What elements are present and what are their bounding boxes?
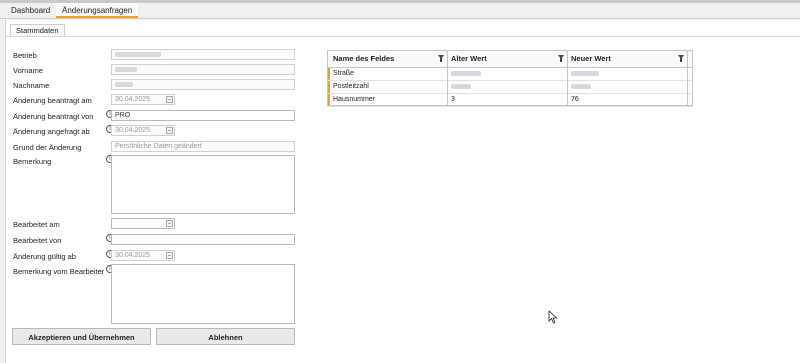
bearbeitet-am-field[interactable] — [111, 218, 175, 229]
grid-header-new-label: Neuer Wert — [571, 54, 611, 63]
calendar-icon[interactable] — [166, 252, 173, 259]
reject-button[interactable]: Ablehnen — [156, 328, 295, 345]
accept-button[interactable]: Akzeptieren und Übernehmen — [12, 328, 151, 345]
bemerkung-textarea[interactable] — [111, 155, 295, 214]
grid-header: Name des Feldes Alter Wert Neuer Wert — [328, 51, 692, 68]
grid-header-new[interactable]: Neuer Wert — [568, 51, 688, 67]
redacted-value — [115, 51, 161, 57]
table-row[interactable]: Postleitzahl — [328, 80, 692, 94]
betrieb-label: Betrieb — [13, 51, 37, 60]
grid-cell-field: Postleitzahl — [330, 80, 448, 93]
filter-icon[interactable] — [558, 55, 564, 62]
calendar-icon[interactable] — [166, 220, 173, 227]
redacted-value — [451, 70, 481, 76]
grid-cell-new — [568, 80, 688, 93]
grid-header-name[interactable]: Name des Feldes — [330, 51, 448, 67]
calendar-icon — [166, 127, 173, 134]
bemerkung-label: Bemerkung — [13, 157, 52, 166]
aenderung-angefragt-ab-value: 30.04.2025 — [115, 127, 151, 134]
aenderung-beantragt-von-field[interactable]: PRO — [111, 110, 295, 121]
main-tab-strip: Dashboard Änderungsanfragen — [0, 3, 800, 19]
aenderung-gueltig-ab-field[interactable]: 30.04.2025 — [111, 250, 175, 261]
table-row[interactable]: Straße — [328, 67, 692, 81]
redacted-value — [451, 83, 471, 89]
redacted-value — [571, 83, 591, 89]
grid-cell-field: Hausnummer — [330, 93, 448, 106]
calendar-icon — [166, 96, 173, 103]
grund-field: Persönliche Daten geändert — [111, 141, 295, 152]
aenderung-angefragt-ab-field: 30.04.2025 — [111, 125, 175, 136]
bearbeitet-von-field[interactable] — [111, 234, 295, 245]
vorname-label: Vorname — [13, 66, 44, 75]
nachname-label: Nachname — [13, 81, 50, 90]
aenderung-angefragt-ab-label: Änderung angefragt ab — [13, 127, 90, 136]
tab-dashboard[interactable]: Dashboard — [5, 3, 56, 18]
table-row[interactable]: Hausnummer 3 76 — [328, 93, 692, 107]
redacted-value — [115, 81, 133, 87]
bearbeitet-von-label: Bearbeitet von — [13, 236, 62, 245]
subtab-divider — [6, 36, 800, 37]
vorname-field — [111, 64, 295, 75]
aenderung-beantragt-am-field: 30.04.2025 — [111, 94, 175, 105]
bemerkung-bearbeiter-label: Bemerkung vom Bearbeiter — [13, 267, 105, 276]
aenderung-beantragt-am-label: Änderung beantragt am — [13, 96, 92, 105]
grund-label: Grund der Änderung — [13, 143, 82, 152]
betrieb-field — [111, 49, 295, 60]
bemerkung-bearbeiter-textarea[interactable] — [111, 264, 295, 324]
grid-header-old[interactable]: Alter Wert — [448, 51, 568, 67]
grid-cell-old — [448, 80, 568, 93]
aenderung-beantragt-von-label: Änderung beantragt von — [13, 112, 94, 121]
aenderung-beantragt-am-value: 30.04.2025 — [115, 96, 151, 103]
tab-aenderungsanfragen[interactable]: Änderungsanfragen — [56, 3, 139, 18]
redacted-value — [571, 70, 599, 76]
aenderung-gueltig-ab-label: Änderung gültig ab — [13, 252, 76, 261]
changes-grid: Name des Feldes Alter Wert Neuer Wert St… — [327, 50, 693, 107]
nachname-field — [111, 79, 295, 90]
bearbeitet-am-label: Bearbeitet am — [13, 220, 60, 229]
grid-cell-old — [448, 67, 568, 80]
grid-cell-field: Straße — [330, 67, 448, 80]
filter-icon[interactable] — [678, 55, 684, 62]
grid-cell-new — [568, 67, 688, 80]
redacted-value — [115, 66, 137, 72]
grid-cell-old: 3 — [448, 93, 568, 106]
filter-icon[interactable] — [438, 55, 444, 62]
grid-header-name-label: Name des Feldes — [333, 54, 395, 63]
grid-cell-new: 76 — [568, 93, 688, 106]
aenderung-gueltig-ab-value: 30.04.2025 — [115, 252, 151, 259]
grid-header-old-label: Alter Wert — [451, 54, 487, 63]
